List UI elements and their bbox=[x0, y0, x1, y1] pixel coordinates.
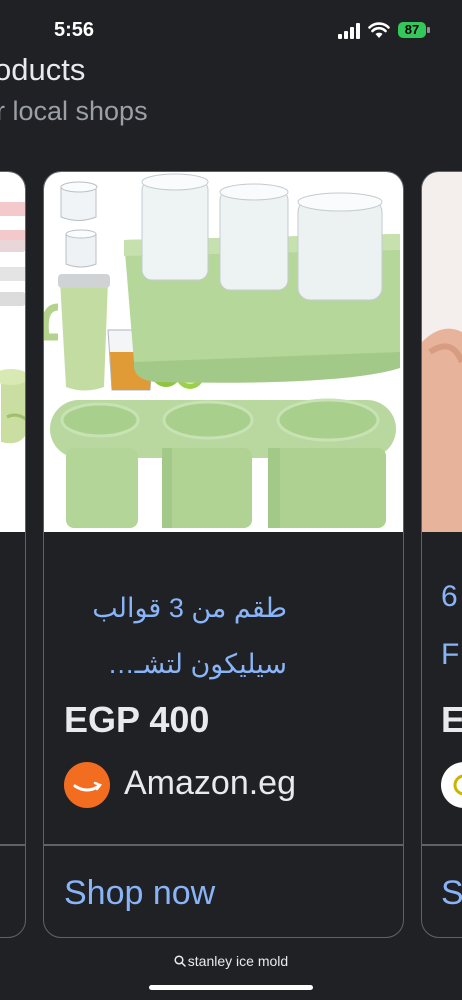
search-query-bar[interactable]: stanley ice mold bbox=[0, 945, 462, 977]
card-divider bbox=[0, 844, 25, 846]
product-title-link[interactable]: 6 bbox=[441, 580, 458, 614]
battery-indicator: 87 bbox=[398, 21, 432, 39]
product-image[interactable] bbox=[0, 172, 25, 532]
wifi-icon bbox=[368, 22, 390, 38]
status-time: 5:56 bbox=[54, 19, 95, 41]
ice-mold-image bbox=[44, 173, 400, 528]
product-image[interactable] bbox=[422, 172, 462, 532]
search-icon bbox=[174, 955, 186, 967]
battery-percent: 87 bbox=[404, 22, 420, 37]
product-card-previous[interactable] bbox=[0, 171, 26, 938]
product-card[interactable]: طقم من 3 قوالب سيليكون لتشـ… EGP 400 Ama… bbox=[43, 171, 404, 938]
product-image[interactable] bbox=[44, 172, 403, 532]
product-title-link[interactable]: طقم من 3 قوالب سيليكون لتشـ… bbox=[62, 580, 287, 692]
product-title-link-line2[interactable]: F bbox=[441, 638, 459, 672]
status-bar: 5:56 87 bbox=[0, 0, 462, 58]
product-card-next[interactable]: 6 F E S bbox=[421, 171, 462, 938]
store-logo-icon bbox=[441, 762, 462, 808]
shop-now-link[interactable]: Shop now bbox=[64, 874, 215, 913]
shop-now-link[interactable]: S bbox=[441, 874, 462, 913]
amazon-logo-icon bbox=[64, 762, 110, 808]
home-indicator[interactable] bbox=[149, 985, 313, 990]
product-image-graphic bbox=[0, 202, 25, 444]
section-title: oducts bbox=[0, 52, 86, 87]
screen: 5:56 87 oducts r local shops طقم من 3 قو… bbox=[0, 0, 462, 1000]
store-name: Amazon.eg bbox=[124, 764, 296, 802]
section-subtitle: r local shops bbox=[0, 96, 148, 126]
search-query-text: stanley ice mold bbox=[187, 953, 289, 969]
card-divider bbox=[44, 844, 403, 846]
cellular-signal-icon bbox=[338, 23, 360, 39]
product-price: EGP 400 bbox=[64, 699, 210, 740]
product-price: E bbox=[441, 699, 462, 741]
product-image-graphic bbox=[422, 172, 462, 532]
card-divider bbox=[422, 844, 462, 846]
battery-cap bbox=[427, 27, 430, 33]
